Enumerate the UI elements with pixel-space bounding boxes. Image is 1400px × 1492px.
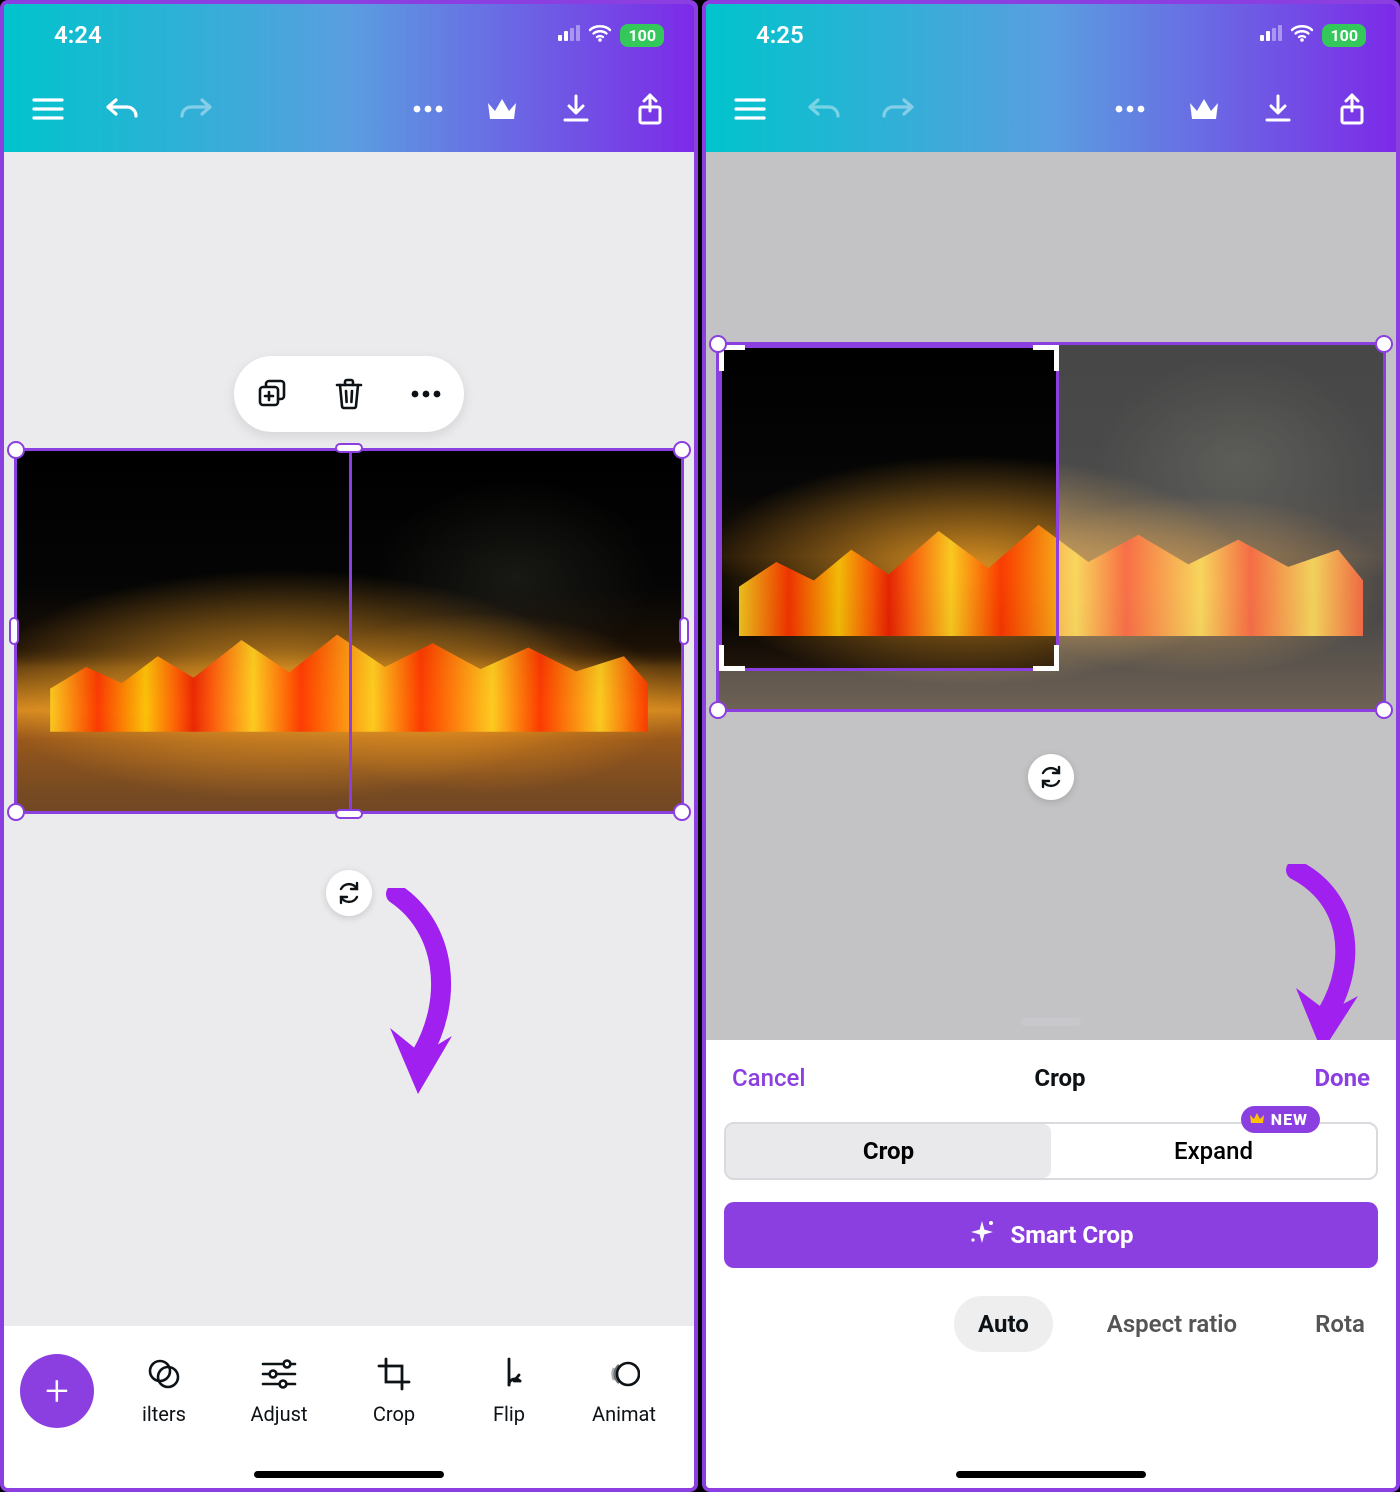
tool-label: Crop bbox=[373, 1402, 415, 1426]
menu-button[interactable] bbox=[730, 89, 770, 129]
add-fab[interactable]: + bbox=[20, 1354, 94, 1428]
share-button[interactable] bbox=[1332, 89, 1372, 129]
smart-crop-button[interactable]: Smart Crop bbox=[724, 1202, 1378, 1268]
selected-image[interactable] bbox=[14, 448, 684, 814]
resize-edge-bottom[interactable] bbox=[335, 809, 363, 819]
top-toolbar bbox=[706, 66, 1396, 152]
premium-crown-button[interactable] bbox=[1184, 89, 1224, 129]
new-badge: NEW bbox=[1241, 1106, 1320, 1133]
crop-sheet: Cancel Crop Done NEW Crop Expand bbox=[706, 1040, 1396, 1456]
sync-button[interactable] bbox=[326, 870, 372, 916]
more-button[interactable] bbox=[408, 89, 448, 129]
crown-icon bbox=[1249, 1110, 1265, 1129]
download-button[interactable] bbox=[1258, 89, 1298, 129]
sheet-drag-handle[interactable] bbox=[1021, 1018, 1081, 1026]
resize-edge-left[interactable] bbox=[9, 617, 19, 645]
top-toolbar bbox=[4, 66, 694, 152]
menu-button[interactable] bbox=[28, 89, 68, 129]
crop-dim-bottom bbox=[719, 671, 1059, 709]
crop-icon bbox=[376, 1356, 412, 1392]
battery-pill: 100 bbox=[620, 24, 664, 47]
crop-handle-tr[interactable] bbox=[1033, 345, 1059, 371]
share-button[interactable] bbox=[630, 89, 670, 129]
tool-label: Flip bbox=[493, 1402, 525, 1426]
bottom-toolbar: + ilters Adjust bbox=[4, 1326, 694, 1456]
screen-right: 4:25 100 bbox=[702, 0, 1400, 1492]
tool-crop[interactable]: Crop bbox=[340, 1356, 448, 1426]
frame-handle-bl[interactable] bbox=[709, 701, 727, 719]
tool-flip[interactable]: Flip bbox=[455, 1356, 563, 1426]
delete-button[interactable] bbox=[329, 374, 369, 414]
resize-handle-tr[interactable] bbox=[673, 441, 691, 459]
status-bar: 4:24 100 bbox=[4, 4, 694, 66]
wifi-icon bbox=[1290, 24, 1314, 46]
canvas-area[interactable] bbox=[4, 152, 694, 1326]
status-icons: 100 bbox=[1260, 24, 1366, 47]
annotation-arrow-icon bbox=[360, 888, 480, 1098]
sheet-title: Crop bbox=[1034, 1064, 1085, 1092]
adjust-icon bbox=[261, 1356, 297, 1392]
crop-mode-row: Auto Aspect ratio Rota bbox=[706, 1268, 1396, 1352]
redo-button[interactable] bbox=[878, 89, 918, 129]
undo-button[interactable] bbox=[102, 89, 142, 129]
signal-icon bbox=[1260, 25, 1282, 45]
screen-left: 4:24 100 bbox=[0, 0, 698, 1492]
tool-label: Adjust bbox=[250, 1402, 307, 1426]
home-indicator bbox=[956, 1471, 1146, 1478]
canvas-area-crop[interactable] bbox=[706, 152, 1396, 1040]
done-button[interactable]: Done bbox=[1314, 1064, 1370, 1092]
crop-handle-br[interactable] bbox=[1033, 645, 1059, 671]
sync-button[interactable] bbox=[1028, 754, 1074, 800]
sparkle-icon bbox=[968, 1218, 996, 1252]
tool-label: Animat bbox=[592, 1402, 656, 1426]
crop-handle-bl[interactable] bbox=[719, 645, 745, 671]
frame-handle-tl[interactable] bbox=[709, 335, 727, 353]
status-icons: 100 bbox=[558, 24, 664, 47]
filters-icon bbox=[146, 1356, 182, 1392]
crop-image[interactable] bbox=[716, 342, 1386, 712]
status-time: 4:25 bbox=[756, 21, 804, 49]
crop-dim-right bbox=[1059, 345, 1383, 709]
mode-aspect-ratio[interactable]: Aspect ratio bbox=[1083, 1296, 1261, 1352]
crop-region[interactable] bbox=[719, 345, 1059, 671]
resize-handle-bl[interactable] bbox=[7, 803, 25, 821]
battery-pill: 100 bbox=[1322, 24, 1366, 47]
more-button[interactable] bbox=[1110, 89, 1150, 129]
selection-context-menu bbox=[234, 356, 464, 432]
resize-handle-br[interactable] bbox=[673, 803, 691, 821]
animate-icon bbox=[606, 1356, 642, 1392]
segment-expand[interactable]: Expand bbox=[1051, 1124, 1376, 1178]
frame-handle-tr[interactable] bbox=[1375, 335, 1393, 353]
resize-edge-right[interactable] bbox=[679, 617, 689, 645]
tool-label: ilters bbox=[142, 1402, 186, 1426]
redo-button[interactable] bbox=[176, 89, 216, 129]
signal-icon bbox=[558, 25, 580, 45]
tool-filters[interactable]: ilters bbox=[110, 1356, 218, 1426]
frame-handle-br[interactable] bbox=[1375, 701, 1393, 719]
home-indicator bbox=[254, 1471, 444, 1478]
segment-crop[interactable]: Crop bbox=[726, 1124, 1051, 1178]
tool-animate[interactable]: Animat bbox=[570, 1356, 678, 1426]
status-time: 4:24 bbox=[54, 21, 102, 49]
mode-rotate[interactable]: Rota bbox=[1291, 1296, 1389, 1352]
resize-edge-top[interactable] bbox=[335, 443, 363, 453]
status-bar: 4:25 100 bbox=[706, 4, 1396, 66]
wifi-icon bbox=[588, 24, 612, 46]
mode-auto[interactable]: Auto bbox=[954, 1296, 1053, 1352]
download-button[interactable] bbox=[556, 89, 596, 129]
premium-crown-button[interactable] bbox=[482, 89, 522, 129]
duplicate-button[interactable] bbox=[252, 374, 292, 414]
resize-handle-tl[interactable] bbox=[7, 441, 25, 459]
tool-adjust[interactable]: Adjust bbox=[225, 1356, 333, 1426]
context-more-button[interactable] bbox=[406, 374, 446, 414]
cancel-button[interactable]: Cancel bbox=[732, 1064, 805, 1092]
annotation-arrow-icon bbox=[1262, 864, 1382, 1040]
undo-button[interactable] bbox=[804, 89, 844, 129]
flip-icon bbox=[491, 1356, 527, 1392]
